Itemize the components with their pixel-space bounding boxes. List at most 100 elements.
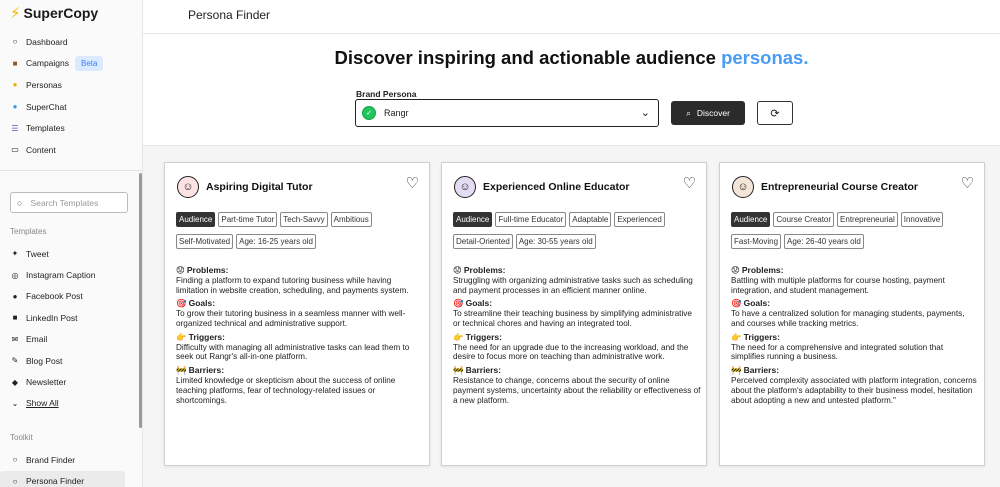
problems-title: Problems: bbox=[186, 265, 229, 275]
headline: Discover inspiring and actionable audien… bbox=[143, 47, 1000, 69]
facebook-icon: ● bbox=[12, 291, 18, 301]
template-instagram-caption[interactable]: ◎ Instagram Caption bbox=[0, 264, 143, 285]
headline-accent: personas. bbox=[721, 47, 809, 68]
show-all-label: Show All bbox=[26, 398, 59, 409]
nav-item-dashboard[interactable]: ○ Dashboard bbox=[0, 31, 143, 53]
nav-item-content[interactable]: ▭ Content bbox=[0, 139, 143, 161]
persona-avatar-icon: ☺ bbox=[177, 176, 199, 198]
persona-avatar-icon: ☺ bbox=[454, 176, 476, 198]
persona-avatar-icon: ☺ bbox=[732, 176, 754, 198]
barriers-text: Resistance to change, concerns about the… bbox=[453, 375, 701, 405]
brand-persona-label: Brand Persona bbox=[356, 89, 417, 99]
templates-list: ✦ Tweet ◎ Instagram Caption ● Facebook P… bbox=[0, 243, 143, 414]
barrier-icon: 🚧 bbox=[731, 365, 742, 376]
toolkit-brand-finder[interactable]: ○ Brand Finder bbox=[0, 449, 143, 471]
tag: Adaptable bbox=[569, 212, 612, 227]
template-label: Email bbox=[26, 334, 48, 345]
headline-main: Discover inspiring and actionable audien… bbox=[334, 47, 722, 68]
template-email[interactable]: ✉ Email bbox=[0, 329, 143, 350]
triggers-title: Triggers: bbox=[188, 331, 225, 342]
tag: Experienced bbox=[614, 212, 665, 227]
barriers-title: Barriers: bbox=[188, 365, 225, 376]
nav-item-campaigns[interactable]: ■ Campaigns Beta bbox=[0, 53, 143, 75]
problems-title: Problems: bbox=[463, 265, 506, 275]
search-icon: ○ bbox=[17, 197, 23, 208]
heart-icon[interactable]: ♡ bbox=[961, 174, 974, 192]
template-facebook-post[interactable]: ● Facebook Post bbox=[0, 286, 143, 307]
persona-details: 😟 Problems: Finding a platform to expand … bbox=[176, 265, 424, 409]
brand-persona-select[interactable]: ✓ Rangr ⌄ bbox=[355, 99, 659, 127]
persona-details: 😟 Problems: Battling with multiple platfo… bbox=[731, 265, 979, 409]
template-newsletter[interactable]: ◆ Newsletter bbox=[0, 371, 143, 392]
template-label: Blog Post bbox=[26, 355, 63, 366]
sidebar: ⚡ SuperCopy ○ Dashboard ■ Campaigns Beta… bbox=[0, 0, 143, 487]
barriers-title: Barriers: bbox=[465, 365, 502, 376]
template-linkedin-post[interactable]: ■ LinkedIn Post bbox=[0, 307, 143, 328]
discover-button[interactable]: ⌕ Discover bbox=[671, 101, 745, 125]
nav-label: Campaigns bbox=[26, 58, 69, 69]
barriers-text: Perceived complexity associated with pla… bbox=[731, 375, 977, 405]
app-logo[interactable]: ⚡ SuperCopy bbox=[10, 4, 98, 22]
toolkit-label: Brand Finder bbox=[26, 454, 76, 465]
show-all-link[interactable]: ⌄ Show All bbox=[0, 393, 143, 414]
persona-tags: Audience Course Creator Entrepreneurial … bbox=[731, 212, 981, 249]
tag: Tech-Savvy bbox=[280, 212, 328, 227]
brand-avatar-icon: ✓ bbox=[362, 106, 376, 120]
problems-text: Finding a platform to expand tutoring bu… bbox=[176, 275, 409, 295]
template-tweet[interactable]: ✦ Tweet bbox=[0, 243, 143, 264]
refresh-icon: ⟳ bbox=[770, 107, 780, 120]
persona-card: ☺ Experienced Online Educator ♡ Audience… bbox=[441, 162, 707, 466]
tag: Full-time Educator bbox=[495, 212, 567, 227]
tag: Self-Motivated bbox=[176, 234, 234, 249]
nav-item-personas[interactable]: ● Personas bbox=[0, 74, 143, 96]
nav-label: Dashboard bbox=[26, 36, 68, 47]
toolkit-label: Persona Finder bbox=[26, 476, 85, 487]
persona-tags: Audience Part-time Tutor Tech-Savvy Ambi… bbox=[176, 212, 426, 249]
goals-text: To have a centralized solution for manag… bbox=[731, 309, 965, 328]
tag: Audience bbox=[453, 212, 493, 227]
template-label: LinkedIn Post bbox=[26, 312, 78, 323]
instagram-icon: ◎ bbox=[11, 270, 19, 280]
persona-card: ☺ Aspiring Digital Tutor ♡ Audience Part… bbox=[164, 162, 430, 466]
persona-name: Experienced Online Educator bbox=[483, 181, 630, 193]
nav-item-templates[interactable]: ☰ Templates bbox=[0, 117, 143, 139]
persona-name: Aspiring Digital Tutor bbox=[206, 181, 313, 193]
circle-icon: ○ bbox=[12, 37, 18, 47]
sidebar-scrollbar[interactable] bbox=[139, 173, 142, 428]
barrier-icon: 🚧 bbox=[453, 365, 464, 376]
goals-title: Goals: bbox=[188, 298, 216, 309]
chevron-down-icon: ⌄ bbox=[11, 398, 19, 408]
tag: Entrepreneurial bbox=[837, 212, 898, 227]
chat-icon: ● bbox=[12, 102, 18, 112]
tag: Part-time Tutor bbox=[218, 212, 278, 227]
tag: Age: 30-55 years old bbox=[515, 234, 596, 249]
nav-label: Content bbox=[26, 144, 56, 155]
search-placeholder: Search Templates bbox=[30, 197, 99, 208]
goals-text: To streamline their teaching business by… bbox=[453, 309, 692, 328]
mail-icon: ✉ bbox=[11, 334, 19, 344]
template-label: Tweet bbox=[26, 248, 49, 259]
heart-icon[interactable]: ♡ bbox=[406, 174, 419, 192]
template-blog-post[interactable]: ✎ Blog Post bbox=[0, 350, 143, 371]
triggers-title: Triggers: bbox=[465, 331, 502, 342]
search-icon: ⌕ bbox=[686, 107, 691, 118]
beta-badge: Beta bbox=[75, 55, 104, 71]
triggers-title: Triggers: bbox=[743, 331, 780, 342]
tag: Audience bbox=[176, 212, 216, 227]
refresh-button[interactable]: ⟳ bbox=[757, 101, 793, 125]
nav-label: Personas bbox=[26, 79, 62, 90]
nav-item-superchat[interactable]: ● SuperChat bbox=[0, 96, 143, 118]
search-templates-input[interactable]: ○ Search Templates bbox=[10, 192, 128, 213]
target-icon: 🎯 bbox=[731, 298, 742, 309]
toolkit-persona-finder[interactable]: ○ Persona Finder bbox=[0, 470, 125, 487]
megaphone-icon: ◆ bbox=[11, 377, 19, 387]
list-icon: ☰ bbox=[11, 123, 19, 133]
frown-icon: 😟 bbox=[453, 265, 462, 275]
heart-icon[interactable]: ♡ bbox=[683, 174, 696, 192]
pointing-hand-icon: 👉 bbox=[731, 331, 742, 342]
sidebar-divider bbox=[0, 170, 143, 171]
target-icon: 🎯 bbox=[453, 298, 464, 309]
lightning-icon: ⚡ bbox=[10, 5, 21, 22]
frown-icon: 😟 bbox=[176, 265, 185, 275]
problems-text: Battling with multiple platforms for cou… bbox=[731, 275, 945, 295]
